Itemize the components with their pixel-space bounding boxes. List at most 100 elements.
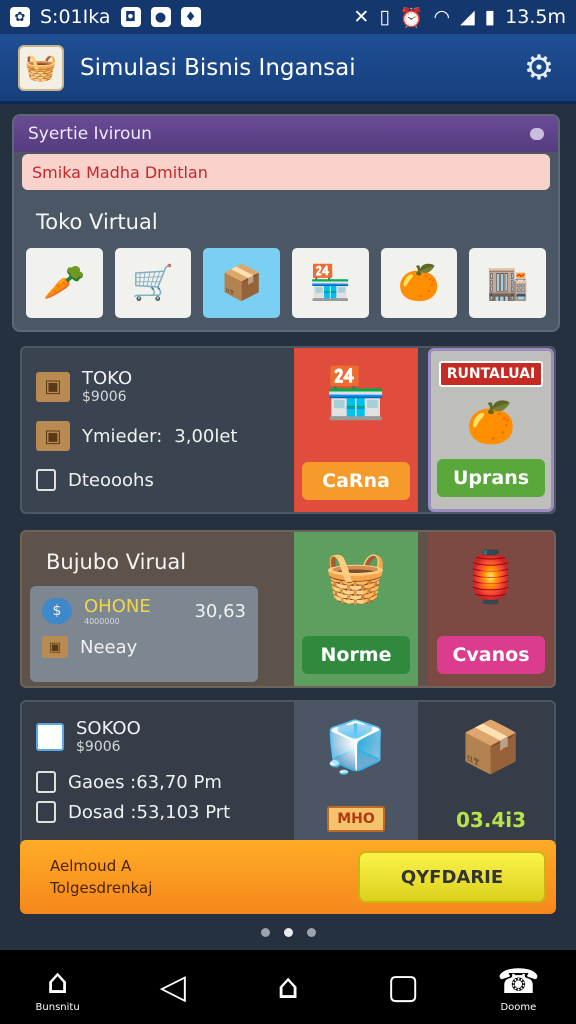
kiosk-icon: 🏮 [459, 548, 523, 606]
recents-button[interactable]: ▢ [346, 967, 461, 1007]
banner-text: Aelmoud A Tolgesdrenkaj [50, 855, 152, 899]
system-navbar: ⌂ Bunsnitu ◁ ⌂ ▢ ☎ Doome [0, 950, 576, 1024]
store-note-line: Dteooohs [36, 469, 296, 491]
sokoo-line-1: Gaoes :63,70 Pm [36, 771, 296, 793]
bag-icon: ◘ [120, 7, 141, 27]
parcel-icon: 📦 [459, 718, 523, 776]
cart-outline-icon [36, 801, 56, 823]
slash-icon [36, 771, 56, 793]
shop-building-icon: 🏪 [324, 364, 388, 422]
store-meta-label: Ymieder: [82, 425, 163, 447]
house-icon: ⌂ [46, 961, 69, 1002]
sokoo-code: $9006 [76, 739, 121, 755]
food-shop-thumbnail[interactable]: 🏪 [292, 248, 369, 318]
sokoo-line-2: Dosad :53,103 Prt [36, 801, 296, 823]
promo-banner: Aelmoud A Tolgesdrenkaj QYFDARIE [20, 840, 556, 914]
section-title: Toko Virtual [36, 210, 158, 234]
store-meta-line: ▣ Ymieder: 3,00let [36, 421, 296, 451]
panel-header-text: Syertie Iviroun [28, 124, 152, 144]
fruit-crate-thumbnail[interactable]: 🍊 [380, 248, 458, 318]
app-title: Simulasi Bisnis Ingansai [80, 54, 356, 81]
parcel-tile[interactable]: 📦 03.4i3 [428, 702, 554, 844]
balance-box: $ OHONE 4000000 30,63 ▣ Neeay [30, 586, 258, 682]
mho-tag[interactable]: MHO [327, 806, 385, 832]
panel-header: Syertie Iviroun [14, 116, 558, 152]
fruit-stand-tile[interactable]: RUNTALUAI 🍊 Uprans [428, 348, 554, 512]
coin-label: OHONE [84, 596, 151, 617]
blue-cube-icon: 🧊 [324, 718, 388, 776]
basket-logo-icon: 🧺 [18, 44, 64, 91]
vegetables-thumbnail[interactable]: 🥕 [26, 248, 103, 318]
box-icon: ▣ [36, 371, 70, 402]
alarm-icon: ⏰ [399, 6, 424, 29]
basket-tile[interactable]: 🧺 Norme [294, 532, 418, 686]
square-icon: ▢ [387, 967, 420, 1007]
coin-icon: $ [42, 598, 72, 624]
store-card: ▣ TOKO $9006 ▣ Ymieder: 3,00let Dteooohs… [20, 346, 556, 514]
carna-button[interactable]: CaRna [302, 462, 410, 500]
fruit-basket-icon: 🍊 [466, 400, 516, 446]
clock-icon [36, 722, 64, 751]
wifi-icon: ◠ [433, 6, 451, 28]
bujubo-title: Bujubo Virual [46, 550, 187, 574]
chat-icon: ● [150, 7, 171, 27]
norme-button[interactable]: Norme [302, 636, 410, 674]
qyfdarie-button[interactable]: QYFDARIE [358, 851, 546, 903]
crate-icon: ▣ [42, 636, 68, 658]
shop-building-tile[interactable]: 🏪 CaRna [294, 348, 418, 512]
page-dot-active[interactable] [283, 928, 293, 937]
shipping-box-thumbnail[interactable]: 📦 [203, 248, 281, 318]
mute-icon: ✕ [353, 6, 370, 28]
main-screen: Syertie Iviroun Smika Madha Dmitlan Toko… [0, 104, 576, 950]
home-outline-icon: ⌂ [277, 967, 299, 1007]
location-icon: ♦ [180, 7, 201, 27]
phone-app-button[interactable]: ☎ Doome [461, 962, 576, 1013]
sokoo-info: SOKOO $9006 Gaoes :63,70 Pm Dosad :53,10… [36, 714, 296, 823]
store-meta-value: 3,00let [174, 425, 238, 447]
phone-icon: ☎ [497, 961, 540, 1002]
virtual-shop-panel: Syertie Iviroun Smika Madha Dmitlan Toko… [12, 114, 560, 332]
uprans-button[interactable]: Uprans [437, 459, 545, 497]
home-label: Bunsnitu [35, 1001, 80, 1013]
coin-sub: 4000000 [84, 617, 120, 626]
signal-icon: ◢ [460, 6, 475, 28]
status-text: S:01Ika [40, 6, 111, 28]
home-button[interactable]: ⌂ [230, 967, 345, 1007]
kiosk-tile[interactable]: 🏮 Cvanos [428, 532, 554, 686]
store-title: TOKO [82, 368, 133, 389]
vibrate-icon: ▯ [379, 6, 390, 28]
cvanos-button[interactable]: Cvanos [437, 636, 545, 674]
app-bar: 🧺 Simulasi Bisnis Ingansai ⚙ [0, 34, 576, 104]
sokoo-line-1-text: Gaoes :63,70 Pm [68, 771, 222, 793]
coin-value: 30,63 [194, 600, 246, 622]
sokoo-line-2-text: Dosad :53,103 Prt [68, 801, 231, 823]
page-dot[interactable] [306, 928, 316, 937]
back-button[interactable]: ◁ [115, 967, 230, 1007]
sokoo-title: SOKOO [76, 718, 141, 739]
coin-line: $ OHONE 4000000 30,63 [42, 596, 246, 626]
page-indicator [0, 928, 576, 937]
virtual-bujubo-card: Bujubo Virual $ OHONE 4000000 30,63 ▣ Ne… [20, 530, 556, 688]
sokoo-card: SOKOO $9006 Gaoes :63,70 Pm Dosad :53,10… [20, 700, 556, 846]
store-code: $9006 [82, 389, 127, 405]
sokoo-title-line: SOKOO $9006 [36, 718, 296, 755]
runtaluai-tag: RUNTALUAI [438, 361, 544, 387]
store-front-thumbnail[interactable]: 🏬 [469, 248, 547, 318]
home-app-button[interactable]: ⌂ Bunsnitu [0, 962, 115, 1013]
gear-icon[interactable]: ⚙ [520, 49, 558, 87]
parcel-value: 03.4i3 [455, 808, 527, 832]
clock: 13.5m [505, 6, 566, 28]
item-label: Neeay [80, 636, 138, 658]
banner-line-1: Aelmoud A [50, 857, 132, 875]
back-triangle-icon: ◁ [159, 967, 186, 1007]
small-box-icon: ▣ [36, 421, 70, 451]
market-cart-thumbnail[interactable]: 🛒 [114, 248, 192, 318]
cube-tile[interactable]: 🧊 MHO [294, 702, 418, 844]
alert-text: Smika Madha Dmitlan [32, 162, 208, 182]
banner-line-2: Tolgesdrenkaj [50, 879, 153, 897]
page-dot[interactable] [260, 928, 270, 937]
product-thumbnails: 🥕 🛒 📦 🏪 🍊 🏬 [14, 234, 558, 318]
shopping-basket-icon: 🧺 [324, 548, 388, 606]
cloud-icon[interactable] [530, 128, 544, 140]
store-title-line: ▣ TOKO $9006 [36, 368, 296, 405]
